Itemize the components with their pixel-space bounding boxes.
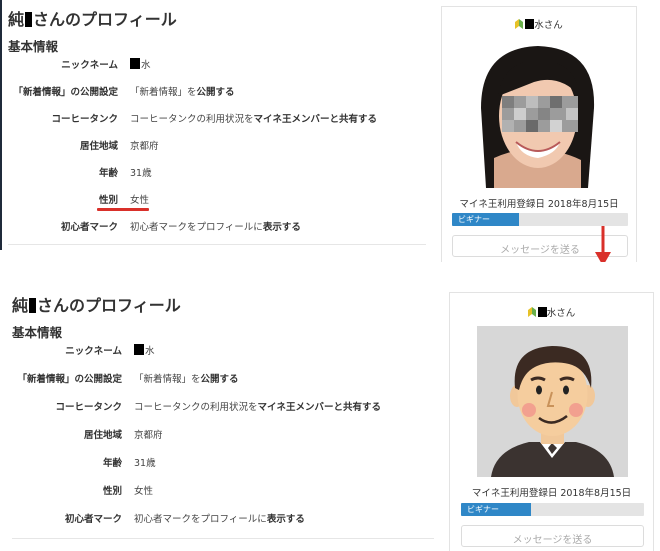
page-title: 純さんのプロフィール bbox=[12, 296, 181, 315]
news-visibility-value: 「新着情報」を公開する bbox=[130, 87, 235, 98]
divider bbox=[12, 538, 434, 539]
row-label: ニックネーム bbox=[65, 346, 122, 357]
face-mosaic bbox=[502, 96, 578, 132]
row-label: 性別 bbox=[98, 195, 118, 206]
row-news-visibility: 「新着情報」の公開設定 「新着情報」を公開する bbox=[0, 84, 234, 100]
redaction-block bbox=[29, 298, 37, 313]
row-age: 年齢 31歳 bbox=[0, 165, 152, 181]
row-label: 居住地域 bbox=[79, 141, 118, 152]
row-beginner-mark: 初心者マーク 初心者マークをプロフィールに表示する bbox=[0, 511, 305, 527]
row-coffee-tank: コーヒータンク コーヒータンクの利用状況をマイネ王メンバーと共有する bbox=[0, 399, 381, 415]
divider bbox=[8, 244, 426, 245]
row-label: コーヒータンク bbox=[51, 114, 118, 125]
row-label: 年齢 bbox=[98, 168, 118, 179]
section-title-basic-info: 基本情報 bbox=[8, 39, 59, 54]
profile-card: 水さん マイネ王利用登録日 2018年8月15日 ビギナー メッセージを送る bbox=[441, 6, 637, 262]
row-label: 初心者マーク bbox=[64, 514, 122, 525]
rank-progress-bar: ビギナー bbox=[461, 503, 644, 516]
send-message-button[interactable]: メッセージを送る bbox=[461, 525, 644, 547]
beginner-mark-value: 初心者マークをプロフィールに表示する bbox=[130, 222, 301, 233]
rank-label: ビギナー bbox=[458, 215, 490, 224]
rank-label: ビギナー bbox=[467, 505, 499, 514]
registration-date: マイネ王利用登録日 2018年8月15日 bbox=[471, 488, 632, 499]
row-beginner-mark: 初心者マーク 初心者マークをプロフィールに表示する bbox=[0, 219, 301, 235]
row-nickname: ニックネーム 水 bbox=[0, 343, 155, 359]
man-illustration-avatar bbox=[477, 326, 628, 477]
woman-portrait-image bbox=[456, 38, 616, 188]
gender-value: 女性 bbox=[134, 486, 154, 497]
row-label: 「新着情報」の公開設定 bbox=[13, 87, 118, 98]
row-label: 初心者マーク bbox=[60, 222, 118, 233]
avatar-photo bbox=[456, 38, 616, 188]
row-label: 性別 bbox=[102, 486, 122, 497]
row-coffee-tank: コーヒータンク コーヒータンクの利用状況をマイネ王メンバーと共有する bbox=[0, 111, 377, 127]
redaction-block bbox=[25, 12, 33, 27]
gender-value: 女性 bbox=[130, 195, 150, 206]
down-arrow-icon bbox=[595, 226, 611, 262]
row-region: 居住地域 京都府 bbox=[0, 427, 163, 443]
row-label: コーヒータンク bbox=[55, 402, 122, 413]
row-label: 「新着情報」の公開設定 bbox=[17, 374, 122, 385]
coffee-tank-value: コーヒータンクの利用状況をマイネ王メンバーと共有する bbox=[134, 402, 382, 413]
row-region: 居住地域 京都府 bbox=[0, 138, 159, 154]
card-username: 水さん bbox=[450, 305, 653, 319]
redaction-block bbox=[130, 58, 140, 69]
profile-card: 水さん マイネ王利用登録日 2018年8月15日 ビギナー メッセージを送る bbox=[449, 292, 654, 551]
section-title-basic-info: 基本情報 bbox=[12, 325, 63, 340]
gender-highlight-underline bbox=[97, 208, 149, 211]
row-label: 居住地域 bbox=[83, 430, 122, 441]
row-news-visibility: 「新着情報」の公開設定 「新着情報」を公開する bbox=[0, 371, 238, 387]
region-value: 京都府 bbox=[130, 141, 159, 152]
profile-screenshot-before: 純さんのプロフィール 基本情報 ニックネーム 水 「新着情報」の公開設定 「新着… bbox=[0, 0, 660, 262]
nickname-value: 水 bbox=[134, 343, 155, 357]
card-username: 水さん bbox=[442, 17, 636, 31]
row-label: ニックネーム bbox=[61, 60, 118, 71]
age-value: 31歳 bbox=[134, 458, 156, 469]
coffee-tank-value: コーヒータンクの利用状況をマイネ王メンバーと共有する bbox=[130, 114, 378, 125]
redaction-block bbox=[537, 307, 547, 317]
redaction-block bbox=[525, 19, 535, 29]
redaction-block bbox=[134, 344, 144, 355]
row-label: 年齢 bbox=[102, 458, 122, 469]
row-age: 年齢 31歳 bbox=[0, 455, 156, 471]
news-visibility-value: 「新着情報」を公開する bbox=[134, 374, 239, 385]
registration-date: マイネ王利用登録日 2018年8月15日 bbox=[459, 199, 619, 210]
age-value: 31歳 bbox=[130, 168, 152, 179]
region-value: 京都府 bbox=[134, 430, 163, 441]
row-gender: 性別 女性 bbox=[0, 483, 153, 499]
row-nickname: ニックネーム 水 bbox=[0, 57, 151, 73]
beginner-mark-value: 初心者マークをプロフィールに表示する bbox=[134, 514, 305, 525]
nickname-value: 水 bbox=[130, 57, 151, 71]
default-avatar bbox=[477, 326, 628, 477]
page-title: 純さんのプロフィール bbox=[8, 10, 177, 29]
row-gender: 性別 女性 bbox=[0, 192, 149, 208]
rank-progress-bar: ビギナー bbox=[452, 213, 628, 226]
beginner-leaf-icon bbox=[515, 19, 524, 29]
beginner-leaf-icon bbox=[527, 307, 536, 317]
profile-screenshot-after: 純さんのプロフィール 基本情報 ニックネーム 水 「新着情報」の公開設定 「新着… bbox=[0, 268, 660, 551]
